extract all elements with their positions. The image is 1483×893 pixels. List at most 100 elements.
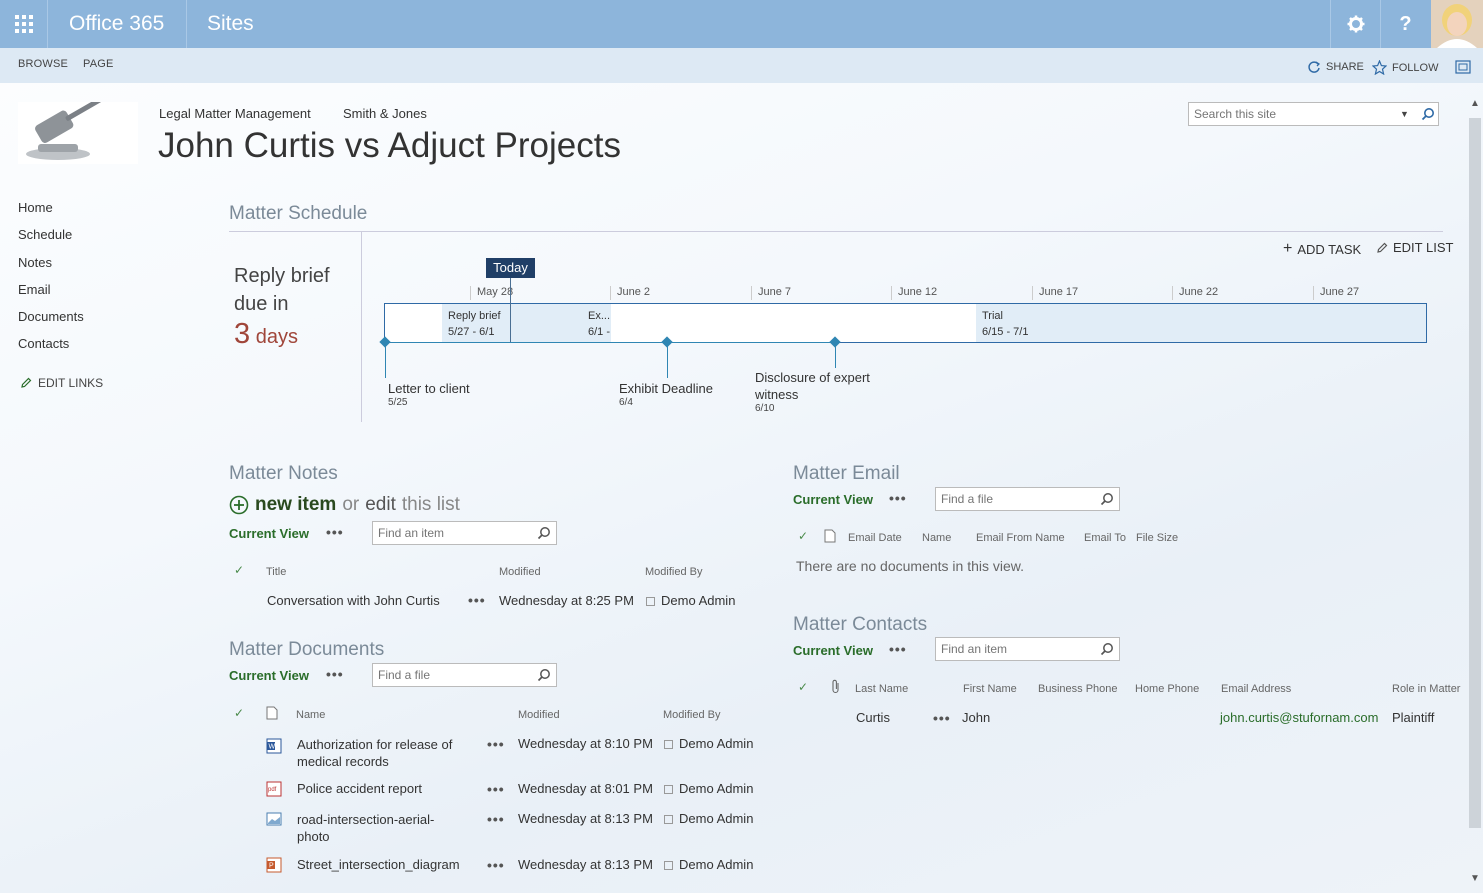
search-icon[interactable] (537, 668, 551, 682)
table-row[interactable]: pdf Police accident report ••• Wednesday… (229, 779, 769, 803)
timeline-task-trial[interactable]: Trial 6/15 - 7/1 (976, 304, 1426, 342)
breadcrumb-smith-jones[interactable]: Smith & Jones (343, 106, 427, 121)
add-circle-icon[interactable] (229, 495, 249, 515)
breadcrumb-legal-matter-management[interactable]: Legal Matter Management (159, 106, 311, 121)
new-item-link[interactable]: new item (255, 494, 336, 516)
email-find-box[interactable] (935, 487, 1120, 511)
select-all-check-icon[interactable]: ✓ (234, 706, 244, 720)
milestone-exhibit-deadline[interactable]: Exhibit Deadline 6/4 (619, 380, 713, 408)
nav-email[interactable]: Email (18, 282, 51, 297)
follow-button[interactable]: FOLLOW (1372, 60, 1438, 75)
item-ellipsis[interactable]: ••• (487, 857, 505, 873)
item-ellipsis[interactable]: ••• (487, 811, 505, 827)
nav-notes[interactable]: Notes (18, 255, 52, 270)
email-current-view[interactable]: Current View (793, 492, 873, 507)
select-all-check-icon[interactable]: ✓ (798, 680, 808, 694)
select-all-check-icon[interactable]: ✓ (234, 563, 244, 577)
item-ellipsis[interactable]: ••• (487, 736, 505, 752)
scroll-up-icon[interactable]: ▲ (1470, 98, 1480, 109)
sites-link[interactable]: Sites (187, 0, 254, 48)
table-row[interactable]: Curtis ••• John john.curtis@stufornam.co… (793, 707, 1463, 731)
column-header-title[interactable]: Title (266, 566, 286, 578)
tab-page[interactable]: PAGE (83, 58, 114, 70)
documents-view-options-ellipsis[interactable]: ••• (326, 666, 344, 682)
milestone-disclosure-of-expert-witness[interactable]: Disclosure of expert witness 6/10 (755, 369, 885, 414)
column-header-file-size[interactable]: File Size (1136, 532, 1178, 544)
site-search-box[interactable]: ▼ (1188, 102, 1439, 126)
table-row[interactable]: W Authorization for release of medical r… (229, 734, 769, 770)
office365-brand[interactable]: Office 365 (48, 0, 187, 48)
notes-view-options-ellipsis[interactable]: ••• (326, 524, 344, 540)
document-modified-by[interactable]: Demo Admin (664, 811, 753, 826)
column-header-email-address[interactable]: Email Address (1221, 683, 1291, 695)
column-header-name[interactable]: Name (922, 532, 951, 544)
edit-links-button[interactable]: EDIT LINKS (20, 376, 103, 390)
scroll-down-icon[interactable]: ▼ (1470, 873, 1480, 884)
help-button[interactable]: ? (1380, 0, 1430, 48)
note-title-link[interactable]: Conversation with John Curtis (267, 593, 440, 608)
column-header-email-from-name[interactable]: Email From Name (976, 532, 1065, 544)
document-name-link[interactable]: Police accident report (297, 781, 422, 796)
contacts-current-view[interactable]: Current View (793, 643, 873, 658)
search-scope-dropdown-icon[interactable]: ▼ (1400, 109, 1409, 119)
edit-list-link[interactable]: edit (365, 494, 396, 516)
column-header-first-name[interactable]: First Name (963, 683, 1017, 695)
column-header-modified-by[interactable]: Modified By (663, 709, 720, 721)
nav-schedule[interactable]: Schedule (18, 227, 72, 242)
table-row[interactable]: road-intersection-aerial-photo ••• Wedne… (229, 809, 769, 844)
add-task-button[interactable]: + ADD TASK (1283, 240, 1361, 258)
app-launcher-button[interactable] (0, 0, 48, 48)
contacts-find-input[interactable] (936, 638, 1096, 660)
timeline-task-exhibit[interactable]: Ex... 6/1 - (582, 304, 611, 342)
nav-home[interactable]: Home (18, 200, 53, 215)
email-view-options-ellipsis[interactable]: ••• (889, 490, 907, 506)
edit-list-button[interactable]: EDIT LIST (1376, 240, 1453, 255)
matter-schedule-title[interactable]: Matter Schedule (229, 203, 367, 225)
milestone-letter-to-client[interactable]: Letter to client 5/25 (388, 380, 470, 408)
search-icon[interactable] (1100, 492, 1114, 506)
focus-on-content-button[interactable] (1455, 60, 1471, 79)
search-icon[interactable] (1421, 107, 1435, 121)
contact-last-name-link[interactable]: Curtis (856, 710, 890, 725)
select-all-check-icon[interactable]: ✓ (798, 529, 808, 543)
column-header-business-phone[interactable]: Business Phone (1038, 683, 1118, 695)
column-header-email-date[interactable]: Email Date (848, 532, 902, 544)
contacts-view-options-ellipsis[interactable]: ••• (889, 641, 907, 657)
search-icon[interactable] (1100, 642, 1114, 656)
search-icon[interactable] (537, 526, 551, 540)
timeline-task-reply-brief[interactable]: Reply brief 5/27 - 6/1 (442, 304, 582, 342)
email-find-input[interactable] (936, 488, 1096, 510)
item-ellipsis[interactable]: ••• (487, 781, 505, 797)
documents-find-input[interactable] (373, 664, 533, 686)
column-header-name[interactable]: Name (296, 709, 325, 721)
document-name-link[interactable]: Authorization for release of medical rec… (297, 736, 472, 770)
documents-current-view[interactable]: Current View (229, 668, 309, 683)
matter-email-title[interactable]: Matter Email (793, 463, 900, 485)
matter-notes-title[interactable]: Matter Notes (229, 463, 338, 485)
table-row[interactable]: Conversation with John Curtis ••• Wednes… (229, 588, 759, 614)
share-button[interactable]: SHARE (1307, 60, 1364, 74)
item-ellipsis[interactable]: ••• (468, 592, 486, 608)
item-ellipsis[interactable]: ••• (933, 710, 951, 726)
column-header-modified-by[interactable]: Modified By (645, 566, 702, 578)
document-name-link[interactable]: Street_intersection_diagram (297, 857, 460, 872)
notes-current-view[interactable]: Current View (229, 526, 309, 541)
column-header-email-to[interactable]: Email To (1084, 532, 1126, 544)
table-row[interactable]: P Street_intersection_diagram ••• Wednes… (229, 855, 769, 879)
scroll-thumb[interactable] (1469, 118, 1481, 828)
matter-documents-title[interactable]: Matter Documents (229, 639, 384, 661)
search-input[interactable] (1189, 103, 1384, 125)
documents-find-box[interactable] (372, 663, 557, 687)
document-modified-by[interactable]: Demo Admin (664, 781, 753, 796)
matter-contacts-title[interactable]: Matter Contacts (793, 614, 927, 636)
settings-button[interactable] (1330, 0, 1380, 48)
user-avatar[interactable] (1431, 0, 1483, 48)
contact-email-link[interactable]: john.curtis@stufornam.com (1220, 710, 1378, 725)
document-modified-by[interactable]: Demo Admin (664, 736, 753, 751)
note-modified-by[interactable]: Demo Admin (646, 593, 735, 608)
notes-find-input[interactable] (373, 522, 533, 544)
nav-documents[interactable]: Documents (18, 309, 84, 324)
column-header-role-in-matter[interactable]: Role in Matter (1392, 683, 1460, 695)
contacts-find-box[interactable] (935, 637, 1120, 661)
column-header-modified[interactable]: Modified (518, 709, 560, 721)
